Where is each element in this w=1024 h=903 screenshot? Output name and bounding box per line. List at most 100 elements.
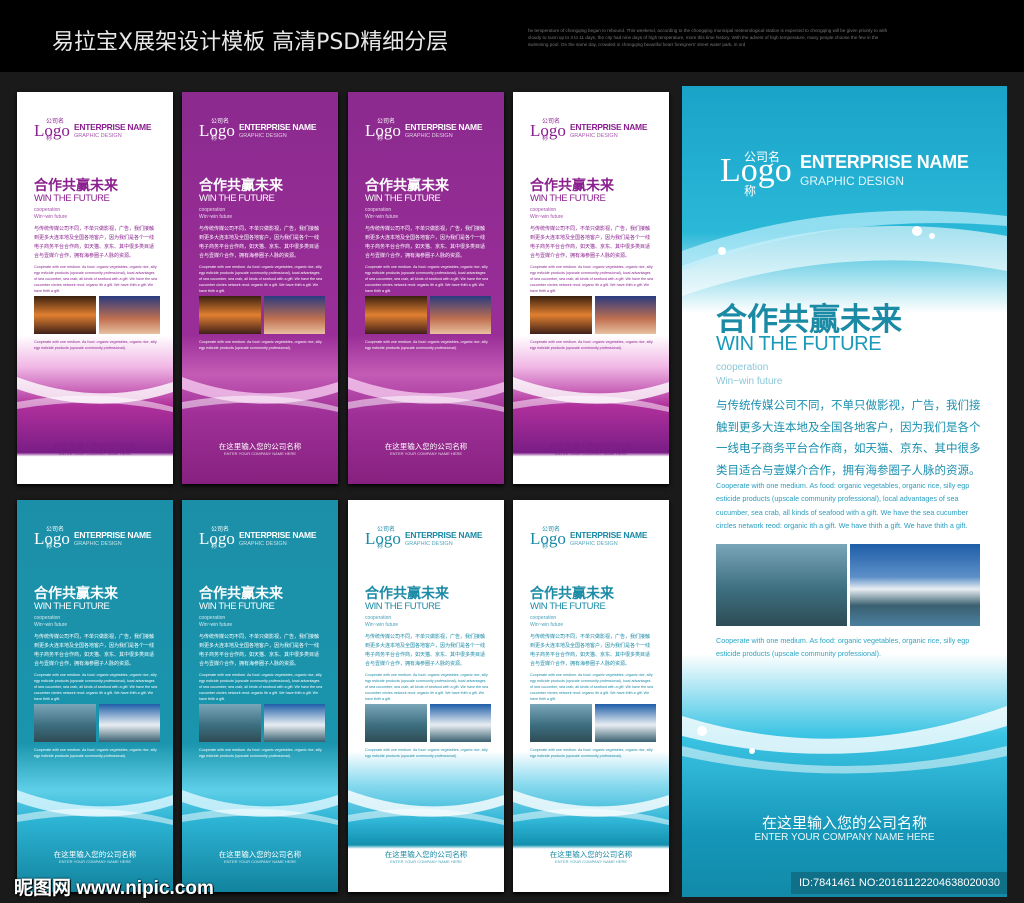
body-text-en: Cooperate with one medium. As food: orga…	[34, 673, 158, 701]
company-name-en: ENTER YOUR COMPANY NAME HERE	[754, 832, 935, 843]
enterprise-name: ENTERPRISE NAME	[74, 530, 152, 540]
body-text: 与传统传媒公司不同，不单只做影视，广告，我们接触到更多大连本地及全国各地客户，因…	[530, 634, 651, 667]
company-name-en: ENTER YOUR COMPANY NAME HERE	[389, 859, 462, 864]
company-name-en: ENTER YOUR COMPANY NAME HERE	[58, 859, 131, 864]
logo: 公司名称 Logo	[199, 119, 235, 142]
wave-decoration	[513, 790, 669, 825]
cooperation-text: cooperation Win~win future	[530, 615, 564, 628]
photo-1	[34, 704, 96, 742]
photo-1	[34, 296, 96, 334]
body-text-en: Cooperate with one medium. As food: orga…	[34, 265, 158, 293]
headline: 合作共赢未来	[199, 585, 283, 601]
graphic-design: GRAPHIC DESIGN	[239, 541, 287, 547]
body-text: 与传统传媒公司不同，不单只做影视，广告，我们接触到更多大连本地及全国各地客户，因…	[365, 634, 486, 667]
wave-decoration	[348, 377, 504, 412]
banner-preview-8: 公司名称 Logo ENTERPRISE NAME GRAPHIC DESIGN …	[513, 500, 669, 892]
body-text: 与传统传媒公司不同，不单只做影视，广告，我们接触到更多大连本地及全国各地客户，因…	[530, 226, 651, 259]
header-bar: 易拉宝X展架设计模板 高清PSD精细分层 he temperature of c…	[0, 0, 1024, 72]
wave-decoration	[348, 790, 504, 825]
body-text-en: Cooperate with one medium. As food: orga…	[530, 673, 654, 701]
logo: 公司名称 Logo	[365, 527, 401, 550]
company-name-en: ENTER YOUR COMPANY NAME HERE	[223, 859, 296, 864]
headline: 合作共赢未来	[530, 585, 614, 601]
photo-2	[594, 704, 656, 742]
body-text: 与传统传媒公司不同，不单只做影视，广告，我们接触到更多大连本地及全国各地客户，因…	[365, 226, 486, 259]
company-name-en: ENTER YOUR COMPANY NAME HERE	[58, 451, 131, 456]
enterprise-name: ENTERPRISE NAME	[800, 152, 969, 172]
body-text: 与传统传媒公司不同，不单只做影视，广告，我们接触到更多大连本地及全国各地客户，因…	[34, 634, 155, 667]
enterprise-name: ENTERPRISE NAME	[570, 122, 648, 132]
enterprise-name: ENTERPRISE NAME	[405, 122, 483, 132]
headline-en: WIN THE FUTURE	[530, 193, 606, 204]
headline: 合作共赢未来	[34, 585, 118, 601]
cooperation-text: cooperation Win~win future	[716, 362, 783, 387]
logo: 公司名称 Logo	[365, 119, 401, 142]
company-name-en: ENTER YOUR COMPANY NAME HERE	[554, 859, 627, 864]
body-text: 与传统传媒公司不同，不单只做影视，广告，我们接触到更多大连本地及全国各地客户，因…	[199, 634, 320, 667]
banner-preview-2: 公司名称 Logo ENTERPRISE NAME GRAPHIC DESIGN …	[182, 92, 338, 484]
photo-row	[716, 544, 980, 626]
cooperation-text: cooperation Win~win future	[199, 615, 233, 628]
wave-decoration	[17, 377, 173, 412]
photo-1	[365, 296, 427, 334]
caption: Cooperate with one medium. As food: orga…	[365, 340, 488, 350]
enterprise-name: ENTERPRISE NAME	[239, 122, 317, 132]
banner-preview-5: 公司名称 Logo ENTERPRISE NAME GRAPHIC DESIGN …	[17, 500, 173, 892]
enterprise-name: ENTERPRISE NAME	[239, 530, 317, 540]
photo-row	[365, 296, 491, 334]
graphic-design: GRAPHIC DESIGN	[405, 133, 453, 139]
caption: Cooperate with one medium. As food: orga…	[199, 748, 322, 758]
logo: 公司名称 Logo	[530, 119, 566, 142]
photo-row	[365, 704, 491, 742]
wave-top-decoration	[682, 210, 1007, 296]
company-name-en: ENTER YOUR COMPANY NAME HERE	[223, 451, 296, 456]
wave-decoration	[513, 377, 669, 412]
photo-1	[199, 704, 261, 742]
headline-en: WIN THE FUTURE	[34, 601, 110, 612]
cooperation-text: cooperation Win~win future	[530, 207, 564, 220]
photo-row	[530, 296, 656, 334]
photo-2	[263, 704, 325, 742]
photo-row	[199, 296, 325, 334]
wave-decoration	[182, 790, 338, 825]
watermark: 昵图网 www.nipic.com	[14, 878, 214, 899]
cooperation-text: cooperation Win~win future	[365, 615, 399, 628]
banner-preview-1: 公司名称 Logo ENTERPRISE NAME GRAPHIC DESIGN …	[17, 92, 173, 484]
photo-row	[199, 704, 325, 742]
cooperation-text: cooperation Win~win future	[199, 207, 233, 220]
graphic-design: GRAPHIC DESIGN	[74, 541, 122, 547]
photo-2	[429, 704, 491, 742]
graphic-design: GRAPHIC DESIGN	[74, 133, 122, 139]
company-name-en: ENTER YOUR COMPANY NAME HERE	[389, 451, 462, 456]
headline-en: WIN THE FUTURE	[716, 333, 882, 355]
logo: 公司名称 Logo	[720, 150, 792, 198]
headline: 合作共赢未来	[365, 177, 449, 193]
cooperation-text: cooperation Win~win future	[34, 615, 68, 628]
enterprise-name: ENTERPRISE NAME	[74, 122, 152, 132]
logo: 公司名称 Logo	[34, 119, 70, 142]
wave-decoration	[17, 790, 173, 825]
headline-en: WIN THE FUTURE	[199, 193, 275, 204]
body-text-en: Cooperate with one medium. As food: orga…	[365, 265, 489, 293]
company-name-en: ENTER YOUR COMPANY NAME HERE	[554, 451, 627, 456]
banner-preview-3: 公司名称 Logo ENTERPRISE NAME GRAPHIC DESIGN …	[348, 92, 504, 484]
body-text: 与传统传媒公司不同，不单只做影视，广告，我们接触到更多大连本地及全国各地客户，因…	[34, 226, 155, 259]
graphic-design: GRAPHIC DESIGN	[570, 133, 618, 139]
photo-2	[98, 704, 160, 742]
body-text-en: Cooperate with one medium. As food: orga…	[365, 673, 489, 701]
photo-1	[199, 296, 261, 334]
header-note: he temperature of chongqing began to reb…	[528, 28, 888, 47]
cooperation-text: cooperation Win~win future	[34, 207, 68, 220]
wave-bottom-decoration	[682, 706, 1007, 774]
headline-en: WIN THE FUTURE	[365, 601, 441, 612]
logo: 公司名称 Logo	[199, 527, 235, 550]
logo: 公司名称 Logo	[34, 527, 70, 550]
photo-2	[98, 296, 160, 334]
caption: Cooperate with one medium. As food: orga…	[34, 340, 157, 350]
graphic-design: GRAPHIC DESIGN	[239, 133, 287, 139]
caption: Cooperate with one medium. As food: orga…	[365, 748, 488, 758]
headline: 合作共赢未来	[530, 177, 614, 193]
photo-1	[530, 296, 592, 334]
headline: 合作共赢未来	[34, 177, 118, 193]
headline-en: WIN THE FUTURE	[199, 601, 275, 612]
